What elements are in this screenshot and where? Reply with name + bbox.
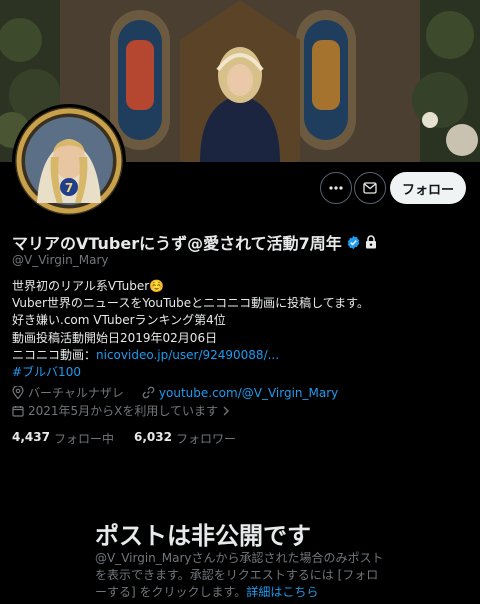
following-label[interactable]: フォロー中: [54, 430, 114, 447]
joined-row[interactable]: 2021年5月からXを利用しています: [12, 402, 230, 419]
bio-nico-prefix: ニコニコ動画：: [12, 347, 97, 362]
private-notice-line: ーする] をクリックします。詳細はこちら: [95, 584, 385, 601]
private-notice-title: ポストは非公開です: [95, 522, 311, 550]
location-text: バーチャルナザレ: [28, 386, 124, 400]
bio: 世界初のリアル系VTuber☺️ Vuber世界のニュースをYouTubeとニコ…: [12, 278, 468, 381]
private-notice-line3: ーする] をクリックします。: [95, 585, 247, 599]
website-link[interactable]: youtube.com/@V_Virgin_Mary: [159, 386, 338, 400]
bio-line: Vuber世界のニュースをYouTubeとニコニコ動画に投稿してます。: [12, 296, 369, 311]
lock-icon: [365, 235, 376, 249]
bio-line: 好き嫌い.com VTuberランキング第4位: [12, 313, 226, 328]
link-icon: [142, 386, 155, 399]
avatar-image: 7: [15, 107, 123, 215]
hashtag-link[interactable]: #ブルバ100: [12, 364, 468, 381]
more-options-button[interactable]: [320, 172, 352, 204]
profile-meta-row: バーチャルナザレ youtube.com/@V_Virgin_Mary: [12, 384, 338, 401]
user-handle: @V_Virgin_Mary: [12, 253, 109, 267]
learn-more-link[interactable]: 詳細はこちら: [246, 585, 318, 599]
more-dots-icon: [329, 186, 343, 190]
mail-icon: [363, 182, 377, 194]
followers-count[interactable]: 6,032: [134, 430, 172, 447]
chevron-right-icon: [223, 406, 230, 415]
nico-link[interactable]: nicovideo.jp/user/92490088/...: [96, 348, 279, 362]
calendar-icon: [12, 405, 24, 417]
follow-stats: 4,437 フォロー中 6,032 フォロワー: [12, 430, 236, 447]
joined-text: 2021年5月からXを利用しています: [28, 404, 219, 418]
following-count[interactable]: 4,437: [12, 430, 50, 447]
private-notice-body: @V_Virgin_Maryさんから承認された場合のみポスト を表示できます。承…: [95, 550, 385, 601]
followers-label[interactable]: フォロワー: [176, 430, 236, 447]
follow-button[interactable]: フォロー: [390, 172, 466, 204]
private-notice-line: @V_Virgin_Maryさんから承認された場合のみポスト: [95, 551, 384, 565]
svg-text:7: 7: [65, 181, 73, 195]
display-name: マリアのVTuberにうず@愛されて活動7周年: [12, 234, 342, 253]
avatar[interactable]: 7: [12, 104, 126, 218]
message-button[interactable]: [354, 172, 386, 204]
location-pin-icon: [12, 386, 24, 399]
name-row: マリアのVTuberにうず@愛されて活動7周年: [12, 230, 377, 254]
verified-badge-icon[interactable]: [346, 235, 361, 250]
bio-line: 動画投稿活動開始日2019年02月06日: [12, 330, 218, 345]
private-notice-line: を表示できます。承認をリクエストするには [フォロ: [95, 568, 379, 582]
bio-line-nico: ニコニコ動画：nicovideo.jp/user/92490088/...: [12, 347, 468, 364]
bio-line: 世界初のリアル系VTuber☺️: [12, 279, 165, 293]
